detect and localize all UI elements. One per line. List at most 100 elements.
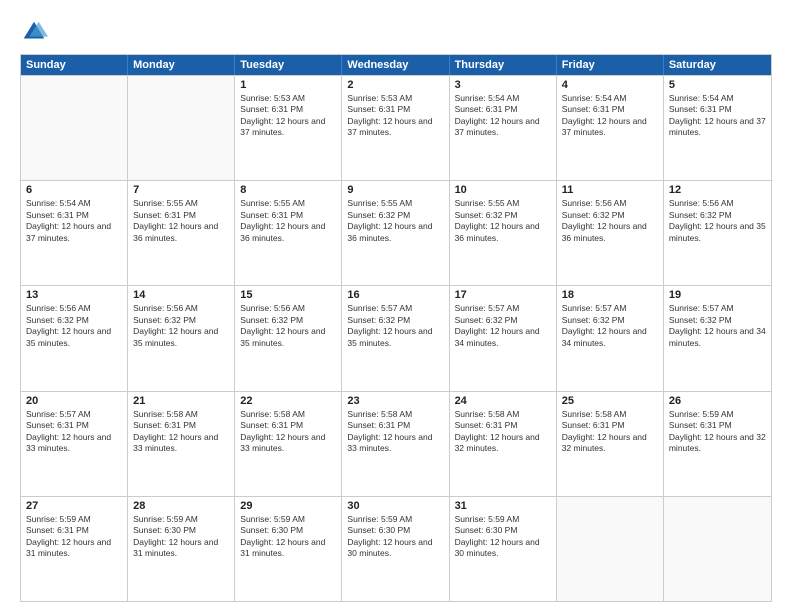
calendar-header: SundayMondayTuesdayWednesdayThursdayFrid…: [21, 55, 771, 75]
cell-info: Sunrise: 5:57 AM Sunset: 6:32 PM Dayligh…: [455, 303, 551, 349]
cell-day-number: 11: [562, 184, 658, 196]
calendar-row-0: 1 Sunrise: 5:53 AM Sunset: 6:31 PM Daylig…: [21, 75, 771, 180]
cell-info: Sunrise: 5:56 AM Sunset: 6:32 PM Dayligh…: [240, 303, 336, 349]
cell-info: Sunrise: 5:59 AM Sunset: 6:31 PM Dayligh…: [669, 409, 766, 455]
calendar-cell: 16Sunrise: 5:57 AM Sunset: 6:32 PM Dayli…: [342, 286, 449, 390]
cell-day-number: 28: [133, 500, 229, 512]
calendar-row-4: 27Sunrise: 5:59 AM Sunset: 6:31 PM Dayli…: [21, 496, 771, 601]
calendar-cell: [557, 497, 664, 601]
page: SundayMondayTuesdayWednesdayThursdayFrid…: [0, 0, 792, 612]
logo: [20, 18, 52, 46]
cell-day-number: 24: [455, 395, 551, 407]
calendar-cell: 2Sunrise: 5:53 AM Sunset: 6:31 PM Daylig…: [342, 76, 449, 180]
header-day-friday: Friday: [557, 55, 664, 75]
cell-info: Sunrise: 5:56 AM Sunset: 6:32 PM Dayligh…: [562, 198, 658, 244]
cell-day-number: 19: [669, 289, 766, 301]
cell-day-number: 30: [347, 500, 443, 512]
cell-day-number: 22: [240, 395, 336, 407]
calendar-cell: 30 Sunrise: 5:59 AM Sunset: 6:30 PM Dayli…: [342, 497, 449, 601]
cell-day-number: 6: [26, 184, 122, 196]
cell-day-number: 18: [562, 289, 658, 301]
calendar-cell: 20Sunrise: 5:57 AM Sunset: 6:31 PM Dayli…: [21, 392, 128, 496]
calendar-cell: [128, 76, 235, 180]
calendar-cell: 23 Sunrise: 5:58 AM Sunset: 6:31 PM Dayli…: [342, 392, 449, 496]
header-day-sunday: Sunday: [21, 55, 128, 75]
header-day-tuesday: Tuesday: [235, 55, 342, 75]
header-day-thursday: Thursday: [450, 55, 557, 75]
cell-day-number: 25: [562, 395, 658, 407]
cell-info: Sunrise: 5:59 AM Sunset: 6:30 PM Dayligh…: [347, 514, 443, 560]
cell-info: Sunrise: 5:54 AM Sunset: 6:31 PM Dayligh…: [562, 93, 658, 139]
cell-info: Sunrise: 5:59 AM Sunset: 6:31 PM Dayligh…: [26, 514, 122, 560]
cell-day-number: 14: [133, 289, 229, 301]
cell-day-number: 10: [455, 184, 551, 196]
calendar-cell: 27Sunrise: 5:59 AM Sunset: 6:31 PM Dayli…: [21, 497, 128, 601]
cell-info: Sunrise: 5:58 AM Sunset: 6:31 PM Dayligh…: [240, 409, 336, 455]
calendar-cell: 11 Sunrise: 5:56 AM Sunset: 6:32 PM Dayli…: [557, 181, 664, 285]
calendar-cell: 25 Sunrise: 5:58 AM Sunset: 6:31 PM Dayli…: [557, 392, 664, 496]
cell-info: Sunrise: 5:53 AM Sunset: 6:31 PM Dayligh…: [347, 93, 443, 139]
calendar-cell: 8 Sunrise: 5:55 AM Sunset: 6:31 PM Daylig…: [235, 181, 342, 285]
cell-info: Sunrise: 5:59 AM Sunset: 6:30 PM Dayligh…: [455, 514, 551, 560]
calendar-cell: 6 Sunrise: 5:54 AM Sunset: 6:31 PM Daylig…: [21, 181, 128, 285]
cell-info: Sunrise: 5:54 AM Sunset: 6:31 PM Dayligh…: [26, 198, 122, 244]
cell-day-number: 1: [240, 79, 336, 91]
header-day-wednesday: Wednesday: [342, 55, 449, 75]
cell-info: Sunrise: 5:56 AM Sunset: 6:32 PM Dayligh…: [26, 303, 122, 349]
cell-day-number: 26: [669, 395, 766, 407]
calendar-cell: 22 Sunrise: 5:58 AM Sunset: 6:31 PM Dayli…: [235, 392, 342, 496]
calendar-row-1: 6 Sunrise: 5:54 AM Sunset: 6:31 PM Daylig…: [21, 180, 771, 285]
cell-info: Sunrise: 5:57 AM Sunset: 6:31 PM Dayligh…: [26, 409, 122, 455]
calendar: SundayMondayTuesdayWednesdayThursdayFrid…: [20, 54, 772, 602]
calendar-cell: 9Sunrise: 5:55 AM Sunset: 6:32 PM Daylig…: [342, 181, 449, 285]
header-day-saturday: Saturday: [664, 55, 771, 75]
header-day-monday: Monday: [128, 55, 235, 75]
cell-info: Sunrise: 5:55 AM Sunset: 6:32 PM Dayligh…: [455, 198, 551, 244]
calendar-cell: 14 Sunrise: 5:56 AM Sunset: 6:32 PM Dayli…: [128, 286, 235, 390]
cell-info: Sunrise: 5:57 AM Sunset: 6:32 PM Dayligh…: [562, 303, 658, 349]
cell-info: Sunrise: 5:58 AM Sunset: 6:31 PM Dayligh…: [562, 409, 658, 455]
cell-day-number: 29: [240, 500, 336, 512]
cell-day-number: 23: [347, 395, 443, 407]
cell-info: Sunrise: 5:54 AM Sunset: 6:31 PM Dayligh…: [669, 93, 766, 139]
cell-info: Sunrise: 5:58 AM Sunset: 6:31 PM Dayligh…: [133, 409, 229, 455]
cell-info: Sunrise: 5:56 AM Sunset: 6:32 PM Dayligh…: [133, 303, 229, 349]
calendar-cell: 13 Sunrise: 5:56 AM Sunset: 6:32 PM Dayli…: [21, 286, 128, 390]
header: [20, 18, 772, 46]
cell-day-number: 15: [240, 289, 336, 301]
cell-day-number: 4: [562, 79, 658, 91]
cell-day-number: 31: [455, 500, 551, 512]
calendar-cell: 4 Sunrise: 5:54 AM Sunset: 6:31 PM Daylig…: [557, 76, 664, 180]
cell-info: Sunrise: 5:59 AM Sunset: 6:30 PM Dayligh…: [240, 514, 336, 560]
cell-info: Sunrise: 5:55 AM Sunset: 6:31 PM Dayligh…: [240, 198, 336, 244]
calendar-cell: 10 Sunrise: 5:55 AM Sunset: 6:32 PM Dayli…: [450, 181, 557, 285]
calendar-cell: 19Sunrise: 5:57 AM Sunset: 6:32 PM Dayli…: [664, 286, 771, 390]
calendar-cell: 29 Sunrise: 5:59 AM Sunset: 6:30 PM Dayli…: [235, 497, 342, 601]
calendar-cell: 7 Sunrise: 5:55 AM Sunset: 6:31 PM Daylig…: [128, 181, 235, 285]
cell-info: Sunrise: 5:53 AM Sunset: 6:31 PM Dayligh…: [240, 93, 336, 139]
cell-day-number: 16: [347, 289, 443, 301]
calendar-cell: 3Sunrise: 5:54 AM Sunset: 6:31 PM Daylig…: [450, 76, 557, 180]
cell-day-number: 12: [669, 184, 766, 196]
cell-day-number: 7: [133, 184, 229, 196]
cell-info: Sunrise: 5:55 AM Sunset: 6:31 PM Dayligh…: [133, 198, 229, 244]
logo-icon: [20, 18, 48, 46]
calendar-cell: 12 Sunrise: 5:56 AM Sunset: 6:32 PM Dayli…: [664, 181, 771, 285]
calendar-cell: 15 Sunrise: 5:56 AM Sunset: 6:32 PM Dayli…: [235, 286, 342, 390]
cell-info: Sunrise: 5:58 AM Sunset: 6:31 PM Dayligh…: [455, 409, 551, 455]
cell-day-number: 8: [240, 184, 336, 196]
cell-info: Sunrise: 5:58 AM Sunset: 6:31 PM Dayligh…: [347, 409, 443, 455]
cell-day-number: 5: [669, 79, 766, 91]
calendar-body: 1 Sunrise: 5:53 AM Sunset: 6:31 PM Daylig…: [21, 75, 771, 601]
calendar-cell: 21 Sunrise: 5:58 AM Sunset: 6:31 PM Dayli…: [128, 392, 235, 496]
calendar-cell: 31 Sunrise: 5:59 AM Sunset: 6:30 PM Dayli…: [450, 497, 557, 601]
calendar-cell: 26 Sunrise: 5:59 AM Sunset: 6:31 PM Dayli…: [664, 392, 771, 496]
calendar-row-2: 13 Sunrise: 5:56 AM Sunset: 6:32 PM Dayli…: [21, 285, 771, 390]
calendar-cell: 1 Sunrise: 5:53 AM Sunset: 6:31 PM Daylig…: [235, 76, 342, 180]
calendar-cell: 24 Sunrise: 5:58 AM Sunset: 6:31 PM Dayli…: [450, 392, 557, 496]
cell-day-number: 13: [26, 289, 122, 301]
cell-day-number: 21: [133, 395, 229, 407]
calendar-cell: [21, 76, 128, 180]
cell-info: Sunrise: 5:56 AM Sunset: 6:32 PM Dayligh…: [669, 198, 766, 244]
calendar-cell: 17Sunrise: 5:57 AM Sunset: 6:32 PM Dayli…: [450, 286, 557, 390]
